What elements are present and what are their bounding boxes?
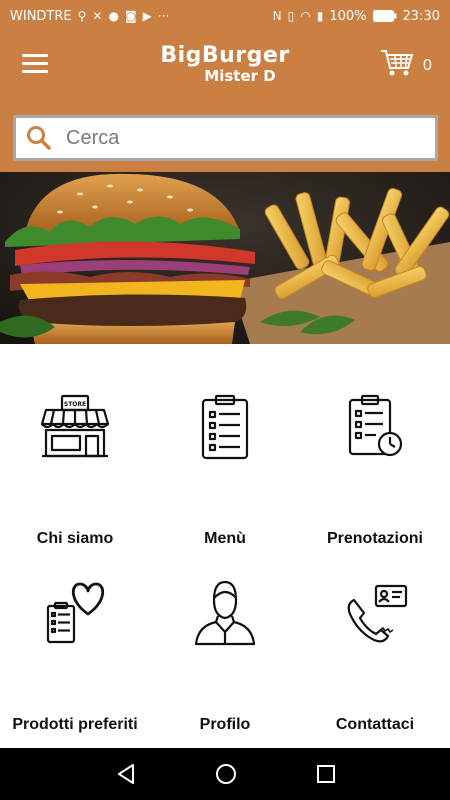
hamburger-menu-button[interactable] — [22, 54, 48, 76]
menu-grid: STORE Chi siamo Menù Prenotazioni Prodot… — [0, 344, 450, 748]
search-input[interactable] — [66, 126, 406, 150]
system-navigation-bar — [0, 748, 450, 800]
menu-bar-line — [22, 62, 48, 65]
menu-item-label: Contattaci — [335, 716, 415, 733]
cart-icon — [381, 50, 414, 76]
svg-text:STORE: STORE — [64, 401, 86, 408]
clipboard-list-icon — [201, 394, 249, 460]
brand-logo: BigBurger Mister D — [140, 43, 310, 85]
menu-item-prodotti-preferiti[interactable]: Prodotti preferiti — [0, 580, 150, 733]
menu-item-contattaci[interactable]: Contattaci — [300, 580, 450, 733]
usb-icon: ⚲ — [77, 9, 87, 23]
clipboard-clock-icon — [348, 394, 403, 457]
menu-bar-line — [22, 70, 48, 73]
facebook-icon: ● — [108, 9, 119, 23]
recents-icon[interactable] — [313, 762, 339, 786]
cart-count: 0 — [423, 57, 432, 74]
home-icon[interactable] — [213, 762, 239, 786]
cart-button[interactable]: 0 — [380, 48, 440, 84]
more-icon: ··· — [157, 9, 170, 23]
back-icon[interactable] — [113, 762, 139, 786]
contact-phone-icon — [347, 584, 408, 643]
menu-item-profilo[interactable]: Profilo — [150, 580, 300, 733]
menu-item-chi-siamo[interactable]: STORE Chi siamo — [0, 394, 150, 547]
notification-icon: ✕ — [92, 9, 103, 23]
brand-subtitle: Mister D — [204, 67, 276, 85]
burger-fries-illustration — [0, 172, 450, 344]
clipboard-heart-icon — [46, 582, 105, 644]
instagram-icon: ◙ — [124, 9, 137, 23]
vibrate-icon: ▯ — [287, 9, 295, 23]
menu-item-label: Prodotti preferiti — [12, 716, 138, 733]
status-left: WINDTRE ⚲ ✕ ● ◙ ▶ ··· — [10, 9, 169, 24]
search-box[interactable] — [13, 115, 438, 161]
signal-icon: ▮ — [316, 9, 324, 23]
youtube-icon: ▶ — [142, 9, 152, 23]
search-bar-container — [0, 102, 450, 172]
menu-item-menu[interactable]: Menù — [150, 394, 300, 547]
menu-item-prenotazioni[interactable]: Prenotazioni — [300, 394, 450, 547]
clock: 23:30 — [402, 8, 440, 24]
user-profile-icon — [194, 580, 256, 646]
status-bar: WINDTRE ⚲ ✕ ● ◙ ▶ ··· N ▯ ◠ ▮ 100% 23:30 — [0, 0, 450, 32]
brand-name: BigBurger — [160, 43, 290, 68]
store-icon: STORE — [40, 394, 110, 458]
search-icon — [27, 126, 51, 150]
app-bar: BigBurger Mister D 0 — [0, 32, 450, 102]
carrier-name: WINDTRE — [10, 8, 72, 24]
nfc-icon: N — [272, 9, 282, 23]
wifi-icon: ◠ — [300, 9, 311, 23]
menu-bar-line — [22, 54, 48, 57]
menu-item-label: Profilo — [199, 716, 251, 733]
menu-item-label: Menù — [204, 530, 246, 547]
menu-item-label: Prenotazioni — [326, 530, 423, 547]
status-right: N ▯ ◠ ▮ 100% 23:30 — [273, 9, 440, 24]
battery-level: 100% — [329, 8, 367, 24]
hero-banner-image — [0, 172, 450, 344]
battery-icon — [372, 10, 397, 22]
menu-item-label: Chi siamo — [36, 530, 114, 547]
